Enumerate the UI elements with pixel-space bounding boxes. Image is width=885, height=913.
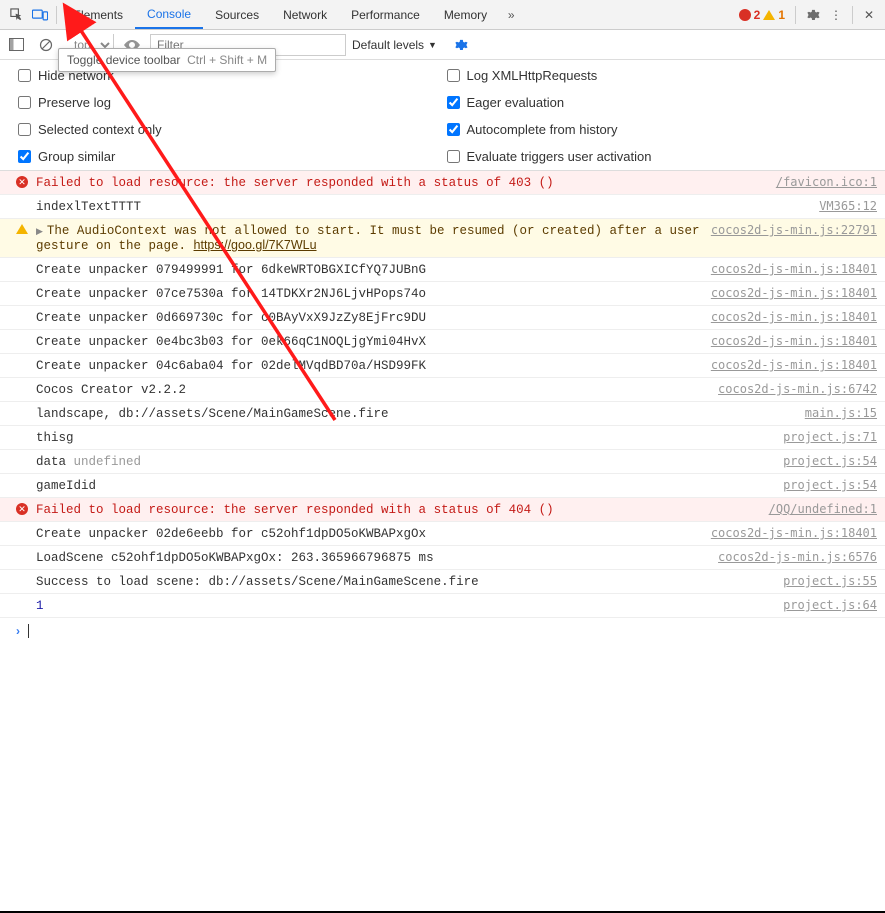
source-link[interactable]: cocos2d-js-min.js:22791 [711, 223, 877, 237]
console-error: ✕Failed to load resource: the server res… [0, 498, 885, 522]
chevron-right-icon: › [16, 624, 20, 638]
source-link[interactable]: /favicon.ico:1 [776, 175, 877, 189]
tab-elements[interactable]: Elements [61, 0, 135, 29]
source-link[interactable]: cocos2d-js-min.js:6576 [718, 550, 877, 564]
source-link[interactable]: project.js:54 [783, 478, 877, 492]
setting-group-similar[interactable]: Group similar [18, 149, 447, 164]
console-prompt[interactable]: › [0, 618, 885, 644]
error-count[interactable]: ✕2 1 [739, 8, 785, 22]
settings-icon[interactable] [800, 3, 824, 27]
source-link[interactable]: main.js:15 [805, 406, 877, 420]
tooltip: Toggle device toolbar Ctrl + Shift + M [58, 48, 276, 72]
source-link[interactable]: cocos2d-js-min.js:18401 [711, 526, 877, 540]
console-log: Create unpacker 0e4bc3b03 for 0ek66qC1NO… [0, 330, 885, 354]
console-log: indexlTextTTTTVM365:12 [0, 195, 885, 219]
tab-network[interactable]: Network [271, 0, 339, 29]
more-tabs-icon[interactable]: » [499, 3, 523, 27]
console-settings-icon[interactable] [449, 33, 473, 57]
tab-memory[interactable]: Memory [432, 0, 499, 29]
levels-select[interactable]: Default levels▼ [352, 38, 437, 52]
source-link[interactable]: project.js:55 [783, 574, 877, 588]
setting-eager-evaluation[interactable]: Eager evaluation [447, 95, 876, 110]
setting-evaluate-triggers-user-activation[interactable]: Evaluate triggers user activation [447, 149, 876, 164]
console-log: LoadScene c52ohf1dpDO5oKWBAPxgOx: 263.36… [0, 546, 885, 570]
source-link[interactable]: /QQ/undefined:1 [769, 502, 877, 516]
error-icon: ✕ [16, 503, 28, 515]
console-log: gameIdidproject.js:54 [0, 474, 885, 498]
source-link[interactable]: cocos2d-js-min.js:18401 [711, 262, 877, 276]
source-link[interactable]: project.js:64 [783, 598, 877, 612]
source-link[interactable]: cocos2d-js-min.js:6742 [718, 382, 877, 396]
tab-sources[interactable]: Sources [203, 0, 271, 29]
source-link[interactable]: cocos2d-js-min.js:18401 [711, 334, 877, 348]
setting-selected-context-only[interactable]: Selected context only [18, 122, 447, 137]
console-log: landscape, db://assets/Scene/MainGameSce… [0, 402, 885, 426]
error-icon: ✕ [16, 176, 28, 188]
source-link[interactable]: cocos2d-js-min.js:18401 [711, 310, 877, 324]
tab-console[interactable]: Console [135, 0, 203, 29]
setting-autocomplete-from-history[interactable]: Autocomplete from history [447, 122, 876, 137]
source-link[interactable]: cocos2d-js-min.js:18401 [711, 286, 877, 300]
console-log: thisgproject.js:71 [0, 426, 885, 450]
console-log: 1project.js:64 [0, 594, 885, 618]
clear-console-icon[interactable] [34, 33, 58, 57]
tab-performance[interactable]: Performance [339, 0, 432, 29]
console-log: Create unpacker 07ce7530a for 14TDKXr2NJ… [0, 282, 885, 306]
source-link[interactable]: cocos2d-js-min.js:18401 [711, 358, 877, 372]
close-devtools-icon[interactable]: ✕ [857, 3, 881, 27]
console-log: data undefinedproject.js:54 [0, 450, 885, 474]
console-log: Create unpacker 02de6eebb for c52ohf1dpD… [0, 522, 885, 546]
sidebar-toggle-icon[interactable] [4, 33, 28, 57]
console-warn: ▶The AudioContext was not allowed to sta… [0, 219, 885, 258]
warn-link[interactable]: https://goo.gl/7K7WLu [194, 238, 317, 252]
console-log: Create unpacker 0d669730c for c0BAyVxX9J… [0, 306, 885, 330]
device-toolbar-icon[interactable] [28, 3, 52, 27]
console-log: Success to load scene: db://assets/Scene… [0, 570, 885, 594]
console-log: Cocos Creator v2.2.2cocos2d-js-min.js:67… [0, 378, 885, 402]
console-log: Create unpacker 079499991 for 6dkeWRTOBG… [0, 258, 885, 282]
setting-preserve-log[interactable]: Preserve log [18, 95, 447, 110]
setting-log-xmlhttprequests[interactable]: Log XMLHttpRequests [447, 68, 876, 83]
source-link[interactable]: project.js:71 [783, 430, 877, 444]
console-error: ✕Failed to load resource: the server res… [0, 171, 885, 195]
inspect-icon[interactable] [4, 3, 28, 27]
warning-icon [16, 224, 28, 234]
source-link[interactable]: project.js:54 [783, 454, 877, 468]
console-log: Create unpacker 04c6aba04 for 02delMVqdB… [0, 354, 885, 378]
kebab-icon[interactable]: ⋮ [824, 3, 848, 27]
source-link[interactable]: VM365:12 [819, 199, 877, 213]
